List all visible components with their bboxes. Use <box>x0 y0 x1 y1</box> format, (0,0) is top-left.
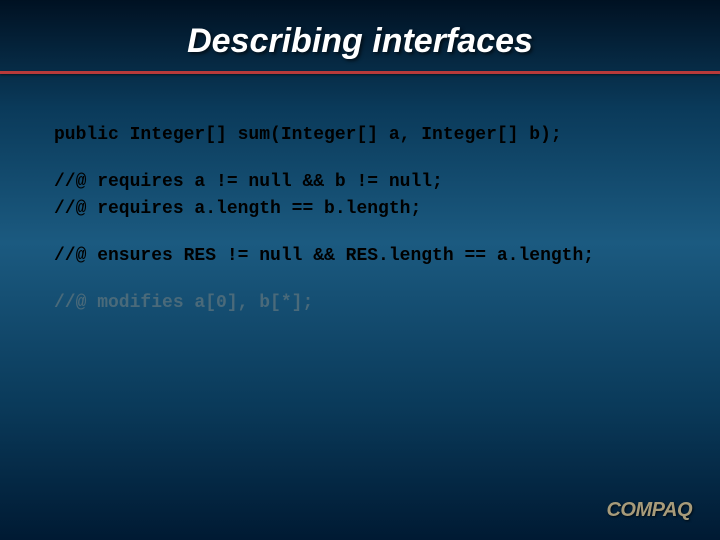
code-ensures: //@ ensures RES != null && RES.length ==… <box>54 243 666 270</box>
code-declaration: public Integer[] sum(Integer[] a, Intege… <box>54 122 666 149</box>
slide-title: Describing interfaces <box>0 0 720 71</box>
code-block: public Integer[] sum(Integer[] a, Intege… <box>0 74 720 317</box>
slide-container: Describing interfaces public Integer[] s… <box>0 0 720 540</box>
code-modifies: //@ modifies a[0], b[*]; <box>54 290 666 317</box>
compaq-logo: COMPAQ <box>606 499 692 522</box>
code-requires-1: //@ requires a != null && b != null; <box>54 169 666 196</box>
spacer <box>54 149 666 169</box>
spacer <box>54 223 666 243</box>
code-requires-2: //@ requires a.length == b.length; <box>54 196 666 223</box>
spacer <box>54 270 666 290</box>
